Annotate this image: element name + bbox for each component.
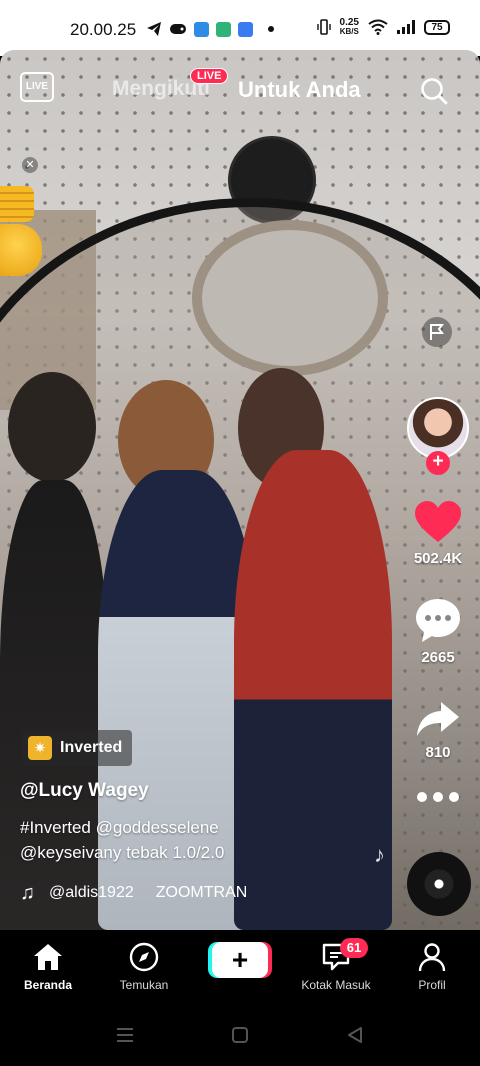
more-notifications-dot [268, 26, 274, 32]
share-count: 810 [425, 744, 451, 761]
nav-profile-label: Profil [418, 978, 446, 992]
close-icon[interactable]: ✕ [22, 157, 38, 173]
status-time: 20.00.25 [70, 20, 137, 39]
nav-inbox[interactable]: Kotak Masuk [288, 942, 384, 992]
nav-home[interactable]: Beranda [0, 942, 96, 992]
wifi-icon [368, 19, 388, 35]
system-nav-bar [0, 1000, 480, 1066]
net-speed-value: 0.25 [339, 17, 359, 28]
telegram-icon [147, 22, 161, 36]
comment-icon [416, 599, 460, 642]
create-button[interactable]: + [212, 942, 268, 978]
back-icon[interactable] [346, 1026, 364, 1044]
status-bar: 20.00.25 0.25 KB/S 75 [0, 0, 480, 56]
comment-count: 2665 [421, 649, 455, 666]
nav-inbox-label: Kotak Masuk [301, 978, 371, 992]
status-right: 0.25 KB/S 75 [316, 17, 450, 37]
video-caption: #Inverted @goddesselene @keyseivany teba… [20, 815, 390, 865]
tab-for-you[interactable]: Untuk Anda [238, 77, 361, 103]
heart-icon [415, 501, 461, 542]
report-flag-icon[interactable] [422, 317, 452, 347]
share-button[interactable]: 810 [404, 700, 472, 761]
music-disc-icon[interactable] [407, 852, 471, 916]
live-badge: LIVE [190, 68, 229, 84]
coin-stack-icon [0, 186, 34, 222]
share-arrow-icon [417, 702, 459, 736]
battery-icon: 75 [424, 19, 450, 35]
nav-profile[interactable]: Profil [384, 942, 480, 992]
creator-username[interactable]: @Lucy Wagey [20, 780, 149, 802]
app-icon-blue [194, 21, 209, 37]
notification-icons [146, 21, 274, 37]
recent-apps-icon[interactable] [116, 1026, 134, 1044]
vibrate-icon [316, 19, 331, 35]
music-marquee[interactable]: ♫ @aldis1922 ZOOMTRAN [20, 880, 390, 906]
coin-reward-icon[interactable] [0, 224, 42, 276]
person-head-left [8, 372, 96, 482]
bottom-nav: Beranda Temukan + Kotak Masuk Profil [0, 930, 480, 1000]
profile-icon [418, 943, 446, 972]
inbox-badge: 61 [340, 938, 368, 958]
effect-label: Inverted [60, 739, 123, 756]
music-note-icon: ♫ [20, 881, 35, 904]
music-title: ZOOMTRAN [155, 884, 248, 901]
effect-sparkle-icon: ✷ [28, 736, 52, 760]
net-speed-unit: KB/S [339, 27, 359, 36]
creator-avatar[interactable] [407, 397, 469, 459]
music-user: @aldis1922 [49, 884, 134, 901]
caption-line-1[interactable]: #Inverted @goddesselene [20, 815, 390, 840]
home-icon [34, 944, 62, 970]
compass-icon [129, 942, 159, 972]
app-icon-green [216, 21, 231, 37]
comment-button[interactable]: 2665 [404, 597, 472, 666]
nav-discover-label: Temukan [119, 978, 169, 992]
net-speed: 0.25 KB/S [339, 17, 359, 37]
caption-line-2[interactable]: @keyseivany tebak 1.0/2.0 [20, 840, 390, 865]
nav-discover[interactable]: Temukan [96, 942, 192, 992]
nav-home-label: Beranda [23, 978, 73, 992]
home-button-icon[interactable] [231, 1026, 249, 1044]
follow-plus-button[interactable]: + [426, 451, 450, 475]
game-controller-icon [170, 24, 186, 34]
like-button[interactable]: 502.4K [404, 500, 472, 567]
like-count: 502.4K [413, 550, 463, 567]
signal-icon [397, 20, 415, 34]
live-tv-icon[interactable]: LIVE [20, 72, 54, 102]
app-icon-bluelight [238, 21, 253, 37]
more-options-icon[interactable] [414, 792, 462, 806]
search-icon[interactable] [420, 77, 448, 105]
effect-chip[interactable]: ✷ Inverted [22, 730, 133, 766]
